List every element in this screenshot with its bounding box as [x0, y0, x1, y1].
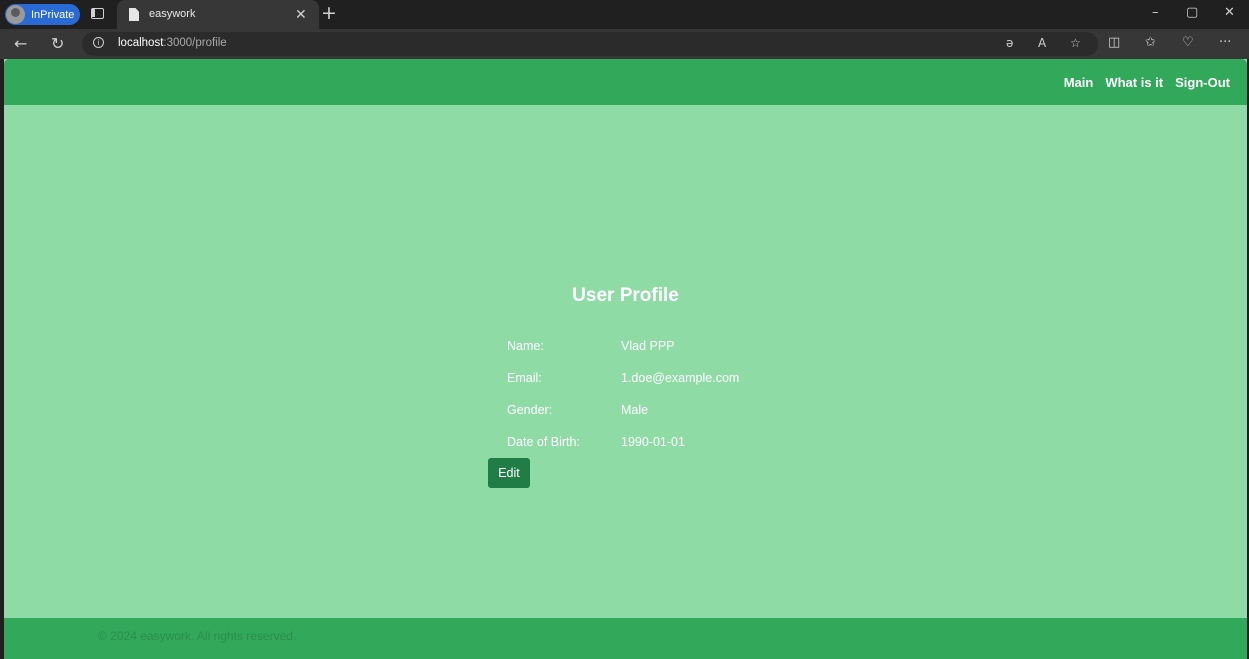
site-nav: Main What is it Sign-Out — [1064, 75, 1230, 90]
field-value: Male — [621, 403, 649, 417]
site-header: Main What is it Sign-Out — [4, 59, 1247, 105]
field-label: Date of Birth: — [507, 435, 580, 449]
favorite-star-icon[interactable]: ☆ — [1070, 36, 1081, 50]
minimize-button[interactable]: – — [1152, 5, 1159, 20]
url-host: localhost — [118, 37, 164, 49]
nav-link-what-is-it[interactable]: What is it — [1105, 75, 1163, 90]
site-info-icon[interactable]: i — [93, 37, 104, 48]
field-label: Gender: — [507, 403, 553, 417]
translate-icon[interactable]: ə — [1006, 36, 1013, 50]
tab-actions-icon[interactable] — [91, 8, 104, 19]
address-bar[interactable]: i localhost:3000/profile ə A ☆ — [82, 32, 1098, 56]
browser-tab[interactable]: easywork ✕ — [117, 0, 319, 29]
address-url[interactable]: localhost:3000/profile — [118, 37, 227, 49]
split-screen-icon[interactable]: ◫ — [1108, 35, 1120, 50]
page-favicon-icon — [129, 8, 139, 21]
favorites-icon[interactable]: ✩ — [1145, 35, 1156, 50]
page-viewport: Main What is it Sign-Out User Profile Na… — [4, 59, 1247, 659]
browser-tab-strip: InPrivate easywork ✕ + – ▢ ✕ — [0, 0, 1249, 29]
field-value: 1990-01-01 — [621, 435, 685, 449]
browser-essentials-icon[interactable]: ♡ — [1182, 35, 1194, 50]
browser-toolbar: ← ↻ i localhost:3000/profile ə A ☆ ◫ ✩ ♡… — [0, 29, 1249, 59]
more-options-icon[interactable]: ··· — [1219, 35, 1231, 50]
field-label: Email: — [507, 371, 542, 385]
copyright-text: © 2024 easywork. All rights reserved. — [98, 629, 297, 643]
page-title: User Profile — [572, 285, 679, 306]
inprivate-label: InPrivate — [31, 8, 75, 21]
field-label: Name: — [507, 339, 544, 353]
site-footer: © 2024 easywork. All rights reserved. — [4, 618, 1247, 659]
nav-link-sign-out[interactable]: Sign-Out — [1175, 75, 1230, 90]
field-value: 1.doe@example.com — [621, 371, 740, 385]
read-aloud-icon[interactable]: A — [1038, 36, 1046, 50]
restore-button[interactable]: ▢ — [1186, 5, 1198, 20]
back-arrow-icon[interactable]: ← — [14, 34, 27, 53]
refresh-icon[interactable]: ↻ — [51, 34, 64, 53]
tab-close-icon[interactable]: ✕ — [295, 6, 307, 23]
new-tab-button[interactable]: + — [321, 2, 337, 24]
url-path: :3000/profile — [163, 37, 227, 49]
profile-avatar-icon — [6, 5, 25, 24]
edit-button[interactable]: Edit — [488, 458, 530, 488]
inprivate-badge[interactable]: InPrivate — [5, 4, 80, 25]
nav-link-main[interactable]: Main — [1064, 75, 1094, 90]
tab-title: easywork — [149, 8, 196, 20]
close-window-button[interactable]: ✕ — [1224, 5, 1235, 20]
field-value: Vlad PPP — [621, 339, 675, 353]
